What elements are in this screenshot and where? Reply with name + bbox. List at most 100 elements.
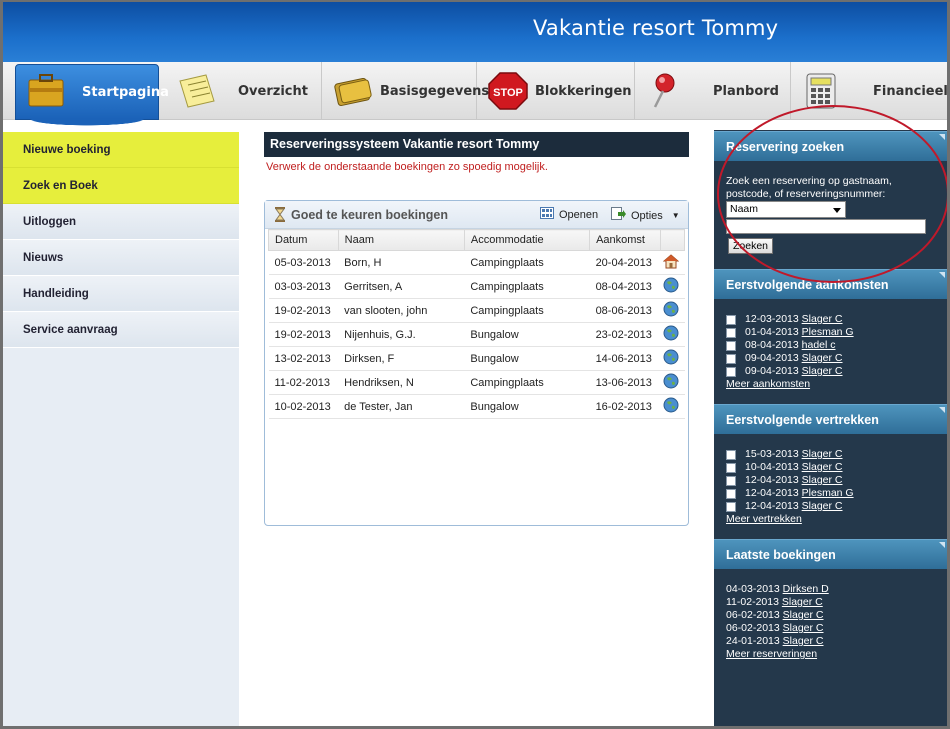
checkbox[interactable] xyxy=(726,449,736,460)
cell-datum: 19-02-2013 xyxy=(268,322,339,347)
table-row[interactable]: 05-03-2013 Born, H Campingplaats 20-04-2… xyxy=(268,250,685,275)
guest-link[interactable]: Slager C xyxy=(802,313,843,326)
guest-link[interactable]: Slager C xyxy=(783,635,824,648)
departures-section: 15-03-2013 Slager C 10-04-2013 Slager C … xyxy=(714,434,947,539)
guest-link[interactable]: Slager C xyxy=(802,352,843,365)
stop-sign-icon: STOP xyxy=(487,71,529,111)
guest-link[interactable]: Slager C xyxy=(802,365,843,378)
table-row[interactable]: 19-02-2013 Nijenhuis, G.J. Bungalow 23-0… xyxy=(268,322,685,347)
checkbox[interactable] xyxy=(726,462,736,473)
cell-accommodatie: Campingplaats xyxy=(464,250,590,275)
guest-link[interactable]: Dirksen D xyxy=(783,583,829,596)
booking-date: 11-02-2013 xyxy=(726,596,779,608)
search-section: Zoek een reservering op gastnaam, postco… xyxy=(714,161,947,269)
cell-naam: Born, H xyxy=(338,250,465,275)
folder-icon xyxy=(332,71,374,111)
left-sidebar: Nieuwe boeking Zoek en Boek Uitloggen Ni… xyxy=(3,132,239,726)
options-menu-button[interactable]: Opties ▼ xyxy=(611,207,680,224)
sidebar-item-zoek-en-boek[interactable]: Zoek en Boek xyxy=(3,168,239,204)
guest-link[interactable]: Slager C xyxy=(783,609,824,622)
cell-datum: 19-02-2013 xyxy=(268,298,339,323)
search-section-title: Reservering zoeken xyxy=(714,131,947,161)
right-sidebar: Reservering zoeken Zoek een reservering … xyxy=(714,130,947,726)
tab-basisgegevens[interactable]: Basisgegevens xyxy=(322,62,489,120)
cell-aankomst: 23-02-2013 xyxy=(589,322,661,347)
guest-link[interactable]: Slager C xyxy=(802,461,843,474)
arrival-date: 09-04-2013 xyxy=(745,365,799,377)
checkbox[interactable] xyxy=(726,366,736,377)
table-row[interactable]: 13-02-2013 Dirksen, F Bungalow 14-06-201… xyxy=(268,346,685,371)
sidebar-item-service-aanvraag[interactable]: Service aanvraag xyxy=(3,312,239,348)
checkbox[interactable] xyxy=(726,475,736,486)
globe-icon[interactable] xyxy=(663,397,679,416)
table-header-row: Datum Naam Accommodatie Aankomst xyxy=(268,229,686,251)
checkbox[interactable] xyxy=(726,501,736,512)
checkbox[interactable] xyxy=(726,353,736,364)
guest-link[interactable]: Slager C xyxy=(783,622,824,635)
globe-icon[interactable] xyxy=(663,301,679,320)
list-item: 12-04-2013 Plesman G xyxy=(726,487,947,500)
column-header-datum[interactable]: Datum xyxy=(268,229,339,251)
arrival-date: 01-04-2013 xyxy=(745,326,799,338)
list-item: 09-04-2013 Slager C xyxy=(726,365,947,378)
app-title: Vakantie resort Tommy xyxy=(533,16,779,40)
checkbox[interactable] xyxy=(726,314,736,325)
sidebar-item-uitloggen[interactable]: Uitloggen xyxy=(3,204,239,240)
table-row[interactable]: 19-02-2013 van slooten, john Campingplaa… xyxy=(268,298,685,323)
home-icon[interactable] xyxy=(662,253,680,272)
globe-icon[interactable] xyxy=(663,349,679,368)
booking-date: 04-03-2013 xyxy=(726,583,780,595)
search-input[interactable] xyxy=(726,219,926,234)
cell-status xyxy=(660,346,685,371)
guest-link[interactable]: Plesman G xyxy=(802,326,854,339)
cell-naam: de Tester, Jan xyxy=(338,394,465,419)
table-row[interactable]: 03-03-2013 Gerritsen, A Campingplaats 08… xyxy=(268,274,685,299)
table-row[interactable]: 10-02-2013 de Tester, Jan Bungalow 16-02… xyxy=(268,394,685,419)
tab-financieel[interactable]: Financieel xyxy=(791,62,947,120)
more-departures-link[interactable]: Meer vertrekken xyxy=(726,513,802,526)
sidebar-item-handleiding[interactable]: Handleiding xyxy=(3,276,239,312)
sidebar-item-nieuws[interactable]: Nieuws xyxy=(3,240,239,276)
cell-datum: 03-03-2013 xyxy=(268,274,339,299)
globe-icon[interactable] xyxy=(663,277,679,296)
page-title: Reserveringssysteem Vakantie resort Tomm… xyxy=(264,132,689,157)
tab-planbord[interactable]: Planbord xyxy=(635,62,791,120)
checkbox[interactable] xyxy=(726,327,736,338)
table-row[interactable]: 11-02-2013 Hendriksen, N Campingplaats 1… xyxy=(268,370,685,395)
column-header-status xyxy=(659,229,686,251)
cell-datum: 05-03-2013 xyxy=(268,250,339,275)
search-type-select[interactable]: Naam xyxy=(726,201,846,218)
guest-link[interactable]: Plesman G xyxy=(802,487,854,500)
bookings-table: Datum Naam Accommodatie Aankomst 05-03-2… xyxy=(268,229,686,419)
search-button[interactable]: Zoeken xyxy=(728,238,774,254)
guest-link[interactable]: Slager C xyxy=(802,474,843,487)
guest-link[interactable]: Slager C xyxy=(802,448,843,461)
tab-label: Basisgegevens xyxy=(380,83,490,99)
open-button[interactable]: Openen xyxy=(540,207,598,222)
guest-link[interactable]: Slager C xyxy=(802,500,843,513)
sidebar-item-nieuwe-boeking[interactable]: Nieuwe boeking xyxy=(3,132,239,168)
checkbox[interactable] xyxy=(726,340,736,351)
guest-link[interactable]: hadel c xyxy=(802,339,836,352)
cell-accommodatie: Campingplaats xyxy=(464,298,590,323)
arrivals-section: 12-03-2013 Slager C 01-04-2013 Plesman G… xyxy=(714,299,947,404)
cell-accommodatie: Bungalow xyxy=(464,394,590,419)
search-type-value: Naam xyxy=(730,203,759,215)
more-bookings-link[interactable]: Meer reserveringen xyxy=(726,648,817,661)
list-item: 12-04-2013 Slager C xyxy=(726,500,947,513)
column-header-accommodatie[interactable]: Accommodatie xyxy=(463,229,591,251)
departure-date: 12-04-2013 xyxy=(745,474,799,486)
cell-aankomst: 08-06-2013 xyxy=(589,298,661,323)
departures-section-title: Eerstvolgende vertrekken xyxy=(714,404,947,434)
tab-blokkeringen[interactable]: STOP Blokkeringen xyxy=(477,62,635,120)
more-arrivals-link[interactable]: Meer aankomsten xyxy=(726,378,810,391)
checkbox[interactable] xyxy=(726,488,736,499)
globe-icon[interactable] xyxy=(663,373,679,392)
globe-icon[interactable] xyxy=(663,325,679,344)
tab-startpagina[interactable]: Startpagina xyxy=(15,64,169,127)
search-hint-line1: Zoek een reservering op gastnaam, xyxy=(726,175,892,187)
column-header-naam[interactable]: Naam xyxy=(337,229,465,251)
guest-link[interactable]: Slager C xyxy=(782,596,823,609)
tab-overzicht[interactable]: Overzicht xyxy=(166,62,322,120)
column-header-aankomst[interactable]: Aankomst xyxy=(589,229,661,251)
